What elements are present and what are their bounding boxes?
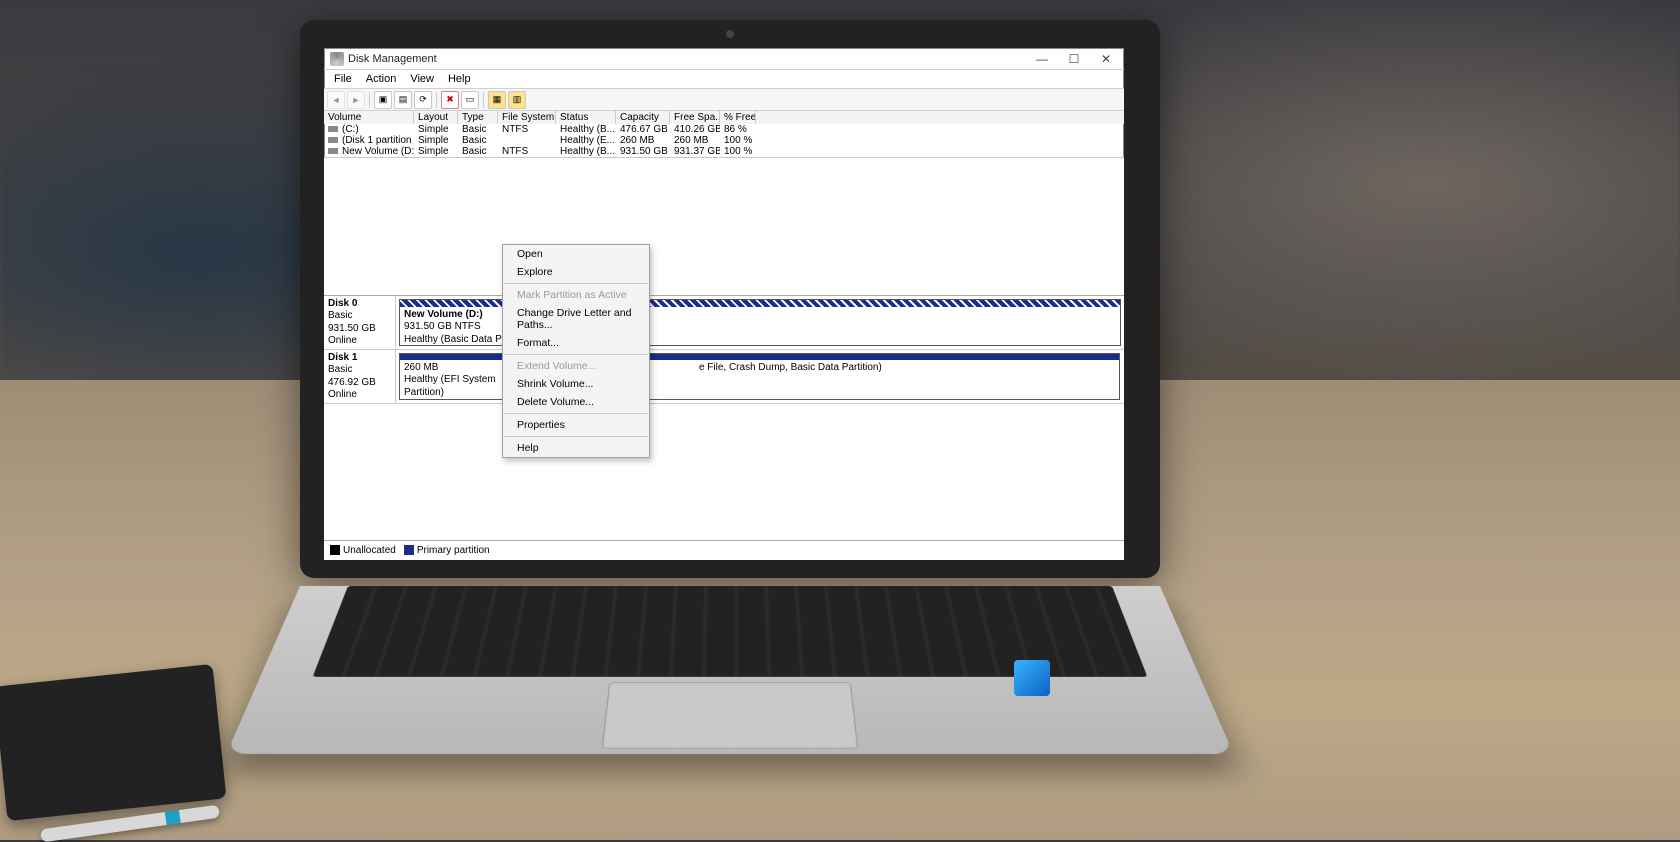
delete-icon[interactable]: ✖ xyxy=(441,91,459,109)
ctx-separator xyxy=(504,354,648,355)
toolbar-separator xyxy=(436,92,437,108)
col-pctfree[interactable]: % Free xyxy=(720,111,756,124)
ctx-separator xyxy=(504,413,648,414)
maximize-button[interactable]: ☐ xyxy=(1058,49,1090,69)
drive-icon[interactable]: ▥ xyxy=(508,91,526,109)
menu-action[interactable]: Action xyxy=(360,72,403,86)
ctx-explore[interactable]: Explore xyxy=(503,263,649,281)
toolbar: ◄ ► ▣ ▤ ⟳ ✖ ▭ ▦ ▥ xyxy=(324,89,1124,111)
disk-1-row: Disk 1 Basic 476.92 GB Online 260 MB Hea… xyxy=(324,350,1124,404)
col-volume[interactable]: Volume xyxy=(324,111,414,124)
ctx-shrink[interactable]: Shrink Volume... xyxy=(503,375,649,393)
context-menu: Open Explore Mark Partition as Active Ch… xyxy=(502,244,650,458)
volume-table: Volume Layout Type File System Status Ca… xyxy=(324,111,1124,158)
toolbar-separator xyxy=(369,92,370,108)
screen: Disk Management — ☐ ✕ File Action View H… xyxy=(324,48,1124,560)
ctx-mark-active: Mark Partition as Active xyxy=(503,286,649,304)
window-title: Disk Management xyxy=(348,53,1026,65)
laptop-base xyxy=(226,586,1233,754)
col-status[interactable]: Status xyxy=(556,111,616,124)
menu-view[interactable]: View xyxy=(404,72,440,86)
ctx-extend: Extend Volume... xyxy=(503,357,649,375)
ctx-open[interactable]: Open xyxy=(503,245,649,263)
menu-file[interactable]: File xyxy=(328,72,358,86)
legend-unallocated: Unallocated xyxy=(343,545,396,556)
disk-1-info[interactable]: Disk 1 Basic 476.92 GB Online xyxy=(324,350,396,403)
up-button[interactable]: ▣ xyxy=(374,91,392,109)
forward-button[interactable]: ► xyxy=(347,91,365,109)
ctx-delete[interactable]: Delete Volume... xyxy=(503,393,649,411)
intel-sticker xyxy=(1014,660,1050,696)
laptop: Disk Management — ☐ ✕ File Action View H… xyxy=(300,20,1160,836)
blank-lower xyxy=(324,404,1124,541)
disk-panel: Disk 0 Basic 931.50 GB Online New Volume… xyxy=(324,295,1124,404)
disk-0-row: Disk 0 Basic 931.50 GB Online New Volume… xyxy=(324,296,1124,350)
drawing-tablet xyxy=(0,664,226,821)
new-partition-icon[interactable]: ▦ xyxy=(488,91,506,109)
properties-button[interactable]: ▭ xyxy=(461,91,479,109)
trackpad xyxy=(602,682,858,748)
ctx-separator xyxy=(504,436,648,437)
ctx-help[interactable]: Help xyxy=(503,439,649,457)
primary-swatch xyxy=(404,545,414,555)
refresh-button[interactable]: ⟳ xyxy=(414,91,432,109)
webcam xyxy=(726,30,734,38)
col-capacity[interactable]: Capacity xyxy=(616,111,670,124)
legend-primary: Primary partition xyxy=(417,545,490,556)
back-button[interactable]: ◄ xyxy=(327,91,345,109)
menubar: File Action View Help xyxy=(324,70,1124,89)
ctx-properties[interactable]: Properties xyxy=(503,416,649,434)
disk-0-info[interactable]: Disk 0 Basic 931.50 GB Online xyxy=(324,296,396,349)
col-type[interactable]: Type xyxy=(458,111,498,124)
volume-row[interactable]: (C:) Simple Basic NTFS Healthy (B... 476… xyxy=(324,124,1124,135)
minimize-button[interactable]: — xyxy=(1026,49,1058,69)
ctx-separator xyxy=(504,283,648,284)
menu-help[interactable]: Help xyxy=(442,72,477,86)
ctx-change-letter[interactable]: Change Drive Letter and Paths... xyxy=(503,304,649,334)
app-icon xyxy=(330,52,344,66)
toolbar-separator xyxy=(483,92,484,108)
volume-row[interactable]: (Disk 1 partition 1) Simple Basic Health… xyxy=(324,135,1124,146)
blank-area xyxy=(324,158,1124,295)
ctx-format[interactable]: Format... xyxy=(503,334,649,352)
window-titlebar: Disk Management — ☐ ✕ xyxy=(324,48,1124,70)
close-button[interactable]: ✕ xyxy=(1090,49,1122,69)
col-filesystem[interactable]: File System xyxy=(498,111,556,124)
volume-row[interactable]: New Volume (D:) Simple Basic NTFS Health… xyxy=(324,146,1124,157)
unallocated-swatch xyxy=(330,545,340,555)
col-freespace[interactable]: Free Spa... xyxy=(670,111,720,124)
volume-table-header: Volume Layout Type File System Status Ca… xyxy=(324,111,1124,124)
list-button[interactable]: ▤ xyxy=(394,91,412,109)
col-layout[interactable]: Layout xyxy=(414,111,458,124)
legend: Unallocated Primary partition xyxy=(324,540,1124,560)
